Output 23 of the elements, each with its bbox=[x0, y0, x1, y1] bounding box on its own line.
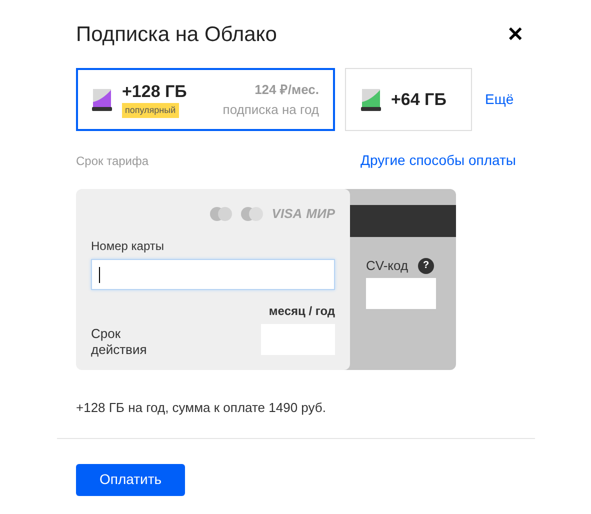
cvv-field[interactable] bbox=[366, 278, 436, 309]
more-link[interactable]: Ещё bbox=[485, 89, 514, 110]
plan-size: +128 ГБ bbox=[122, 80, 187, 102]
expiry-label: Срок действия bbox=[91, 326, 148, 358]
plan-period: подписка на год bbox=[222, 100, 319, 119]
expiry-hint: месяц / год bbox=[268, 303, 335, 320]
close-button[interactable]: ✕ bbox=[507, 25, 524, 45]
plan-card[interactable]: +128 ГБ популярный 124 ₽/мес. подписка на год bbox=[76, 68, 335, 131]
card-brand: VISA bbox=[272, 205, 302, 224]
plan-size: +64 ГБ bbox=[391, 88, 446, 110]
pay-button[interactable]: Оплатить bbox=[76, 464, 185, 496]
popular-badge: популярный bbox=[122, 102, 179, 118]
other-payment-link[interactable]: Другие способы оплаты bbox=[360, 150, 516, 171]
summary-text: +128 ГБ на год, сумма к оплате 1490 руб. bbox=[76, 399, 327, 417]
card-brand: МИР bbox=[306, 205, 335, 224]
dialog-title: Подписка на Облако bbox=[76, 22, 277, 48]
card-number-field[interactable] bbox=[91, 259, 335, 290]
text-cursor bbox=[99, 266, 100, 282]
plan-price: 124 ₽/мес. bbox=[254, 81, 319, 99]
cvv-label: CV-код bbox=[366, 257, 408, 275]
card-number-label: Номер карты bbox=[91, 238, 165, 255]
plan-card[interactable]: +64 ГБ bbox=[345, 68, 472, 131]
term-label: Срок тарифа bbox=[76, 152, 149, 170]
